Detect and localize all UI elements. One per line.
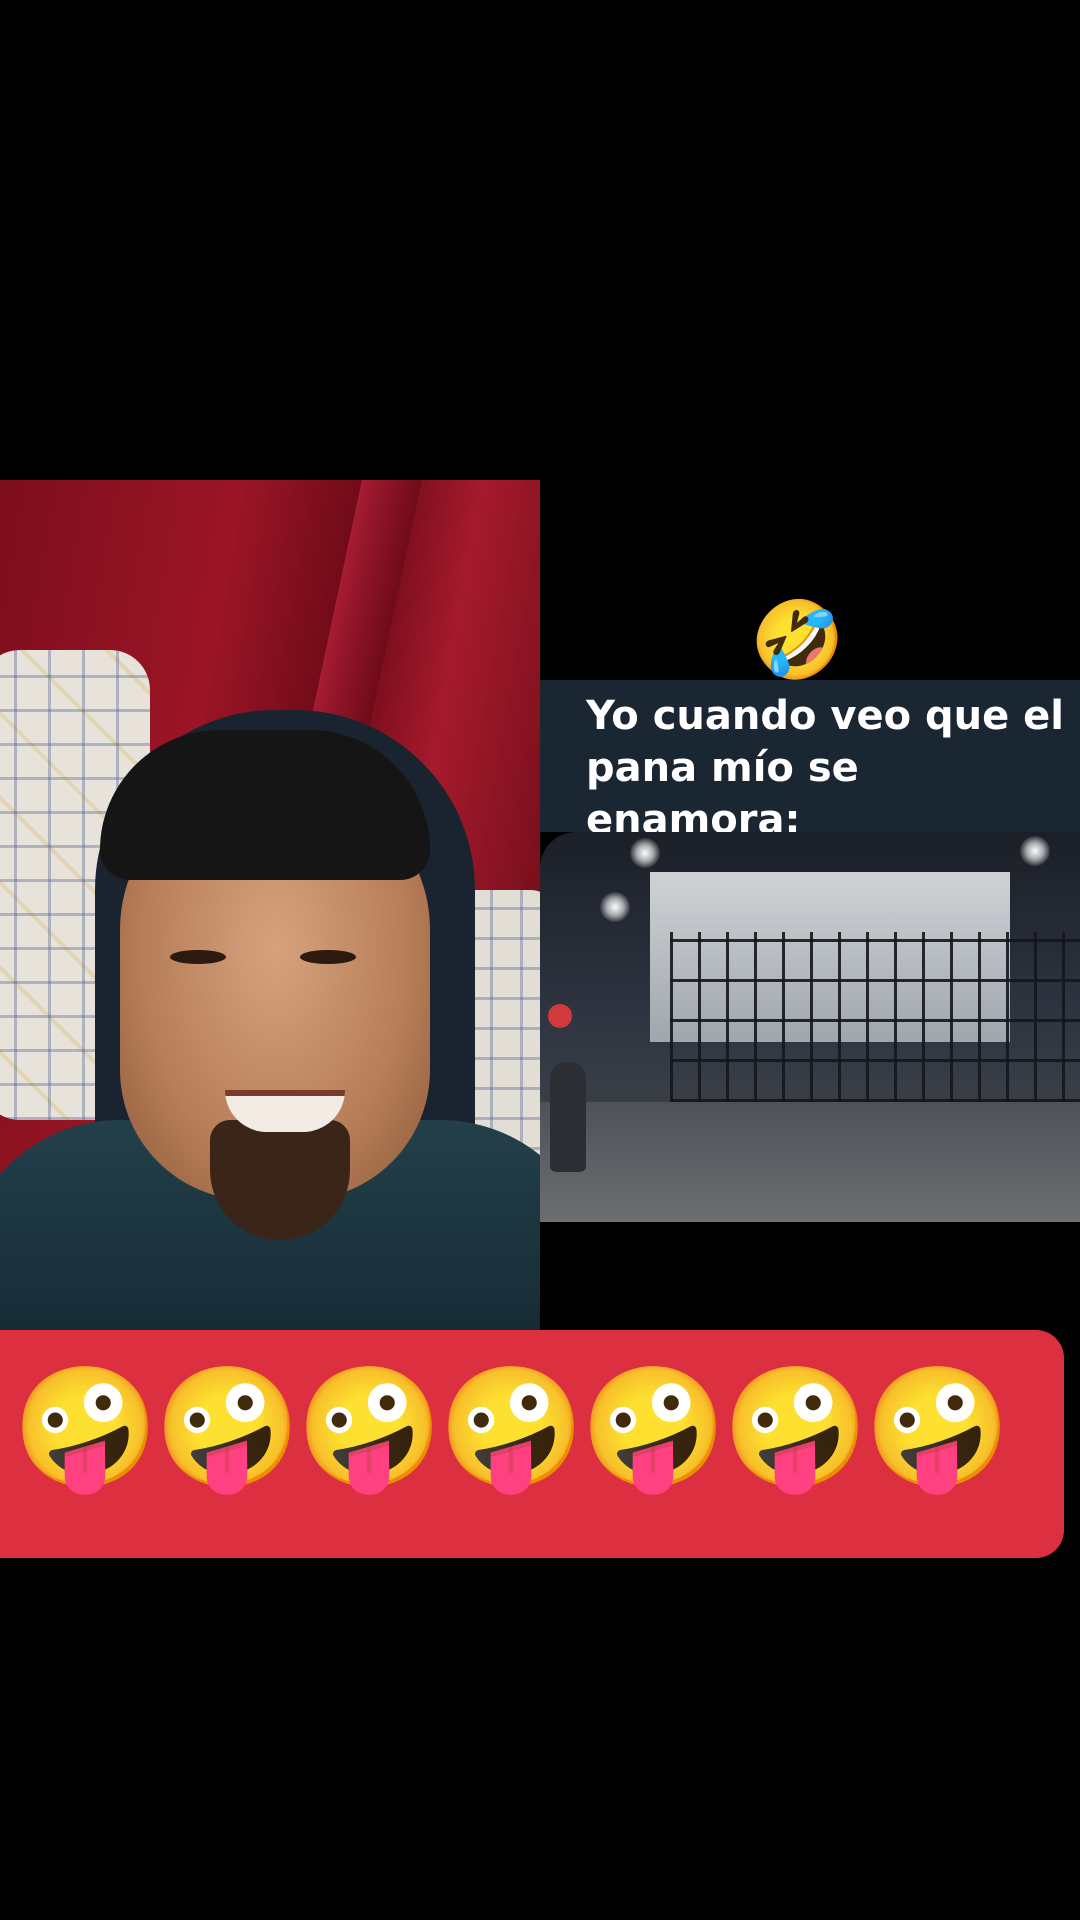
rolling-laughing-emoji: 🤣 bbox=[750, 595, 845, 684]
fence bbox=[670, 932, 1080, 1102]
zany-face-emoji: 🤪 bbox=[296, 1358, 443, 1496]
selfie-video[interactable] bbox=[0, 480, 540, 1330]
right-eye bbox=[300, 950, 356, 964]
left-eye bbox=[170, 950, 226, 964]
zany-face-emoji: 🤪 bbox=[864, 1358, 1011, 1496]
video-stage[interactable]: 🤣 Yo cuando veo que el pana mío se enamo… bbox=[0, 0, 1080, 1920]
zany-face-emoji: 🤪 bbox=[722, 1358, 869, 1496]
zany-face-emoji: 🤪 bbox=[12, 1358, 159, 1496]
meme-caption: Yo cuando veo que el pana mío se enamora… bbox=[586, 693, 1065, 843]
zany-face-emoji: 🤪 bbox=[580, 1358, 727, 1496]
hair bbox=[100, 730, 430, 880]
street-light bbox=[630, 838, 660, 868]
street-light bbox=[1020, 836, 1050, 866]
street-light bbox=[600, 892, 630, 922]
wet-street bbox=[540, 1102, 1080, 1222]
emoji-banner: 🤪 🤪 🤪 🤪 🤪 🤪 🤪 bbox=[0, 1330, 1064, 1558]
emoji-row: 🤪 🤪 🤪 🤪 🤪 🤪 🤪 bbox=[12, 1358, 1011, 1496]
street-video-clip[interactable] bbox=[540, 832, 1080, 1222]
zany-face-emoji: 🤪 bbox=[154, 1358, 301, 1496]
meme-panel[interactable]: 🤣 Yo cuando veo que el pana mío se enamo… bbox=[540, 480, 1080, 1330]
stop-sign bbox=[548, 1004, 572, 1028]
dancing-person bbox=[550, 1062, 586, 1172]
zany-face-emoji: 🤪 bbox=[438, 1358, 585, 1496]
